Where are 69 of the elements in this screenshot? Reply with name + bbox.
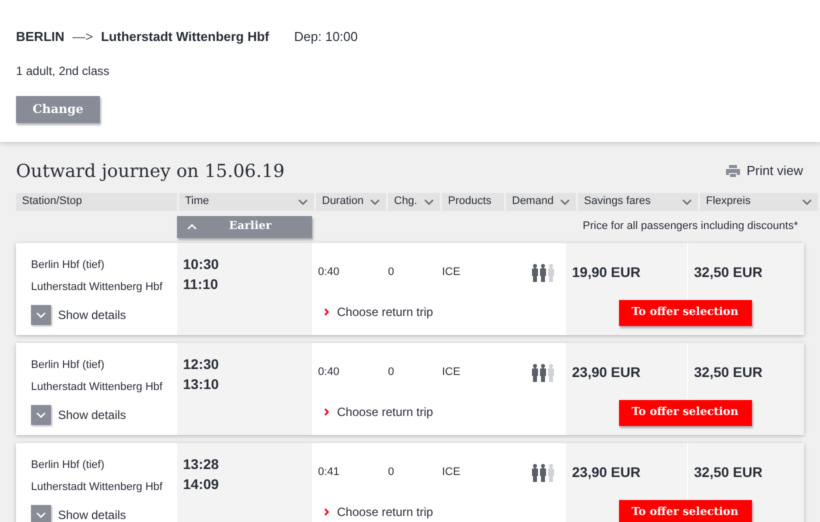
duration: 0:40: [317, 265, 340, 280]
product-label: ICE: [441, 365, 462, 380]
departure-time: 12:30: [183, 354, 220, 372]
arrival-station: Lutherstadt Wittenberg Hbf: [31, 280, 164, 295]
show-details-button[interactable]: Show details: [31, 504, 177, 522]
changes-count: 0: [387, 465, 396, 480]
person-icon: [532, 364, 538, 382]
chevron-down-icon: [36, 412, 46, 418]
origin-station: BERLIN: [16, 28, 64, 46]
arrival-time: 14:09: [183, 474, 220, 492]
choose-return-link[interactable]: Choose return trip: [324, 302, 434, 320]
departure-time: Dep: 10:00: [294, 28, 358, 46]
destination-station: Lutherstadt Wittenberg Hbf: [100, 28, 270, 46]
show-details-button[interactable]: Show details: [31, 404, 177, 424]
chevron-right-icon: [324, 308, 329, 316]
product-label: ICE: [441, 265, 462, 280]
column-header[interactable]: Duration: [316, 192, 386, 210]
chevron-right-icon: [324, 508, 329, 516]
arrival-time: 11:10: [183, 274, 220, 292]
print-view-link[interactable]: Print view: [726, 161, 804, 181]
product-label: ICE: [441, 465, 462, 480]
person-icon: [548, 364, 554, 382]
offer-selection-button[interactable]: To offer selection: [618, 500, 752, 522]
departure-station: Berlin Hbf (tief): [31, 458, 106, 472]
column-header[interactable]: Station/Stop: [16, 192, 177, 210]
person-icon: [540, 464, 546, 482]
chevron-right-icon: [324, 408, 329, 416]
duration: 0:40: [317, 365, 340, 380]
arrival-time: 13:10: [183, 374, 220, 392]
person-icon: [548, 264, 554, 282]
flex-price: 32,50 EUR: [693, 263, 762, 282]
offer-selection-button[interactable]: To offer selection: [618, 300, 752, 326]
page-title: Outward journey on 15.06.19: [16, 160, 285, 184]
flex-price: 32,50 EUR: [693, 463, 762, 482]
offer-selection-button[interactable]: To offer selection: [618, 400, 752, 426]
column-header[interactable]: Time: [179, 192, 314, 210]
chevron-up-icon: [187, 224, 197, 230]
duration: 0:41: [317, 465, 340, 480]
price-note: Price for all passengers including discounts*: [582, 219, 798, 234]
route-arrow: —>: [72, 28, 93, 46]
person-icon: [540, 364, 546, 382]
person-icon: [548, 464, 554, 482]
expand-toggle[interactable]: [31, 304, 51, 324]
departure-time: 13:28: [183, 454, 220, 472]
arrival-station: Lutherstadt Wittenberg Hbf: [31, 380, 164, 395]
person-icon: [532, 464, 538, 482]
person-icon: [540, 264, 546, 282]
show-details-button[interactable]: Show details: [31, 304, 177, 324]
choose-return-link[interactable]: Choose return trip: [324, 502, 434, 520]
column-header[interactable]: Demand: [506, 192, 576, 210]
column-header[interactable]: Flexpreis: [700, 192, 818, 210]
choose-return-link[interactable]: Choose return trip: [324, 402, 434, 420]
chevron-down-icon: [36, 312, 46, 318]
expand-toggle[interactable]: [31, 504, 51, 522]
passenger-info: 1 adult, 2nd class: [16, 62, 110, 80]
departure-station: Berlin Hbf (tief): [31, 358, 106, 372]
changes-count: 0: [387, 365, 396, 380]
expand-toggle[interactable]: [31, 404, 51, 424]
chevron-down-icon: [36, 512, 46, 518]
changes-count: 0: [387, 265, 396, 280]
column-header[interactable]: Savings fares: [578, 192, 698, 210]
departure-time: 10:30: [183, 254, 220, 272]
person-icon: [532, 264, 538, 282]
column-header[interactable]: Chg.: [388, 192, 440, 210]
column-header[interactable]: Products: [442, 192, 504, 210]
departure-station: Berlin Hbf (tief): [31, 258, 106, 272]
printer-icon: [726, 165, 740, 177]
arrival-station: Lutherstadt Wittenberg Hbf: [31, 480, 164, 495]
flex-price: 32,50 EUR: [693, 363, 762, 382]
